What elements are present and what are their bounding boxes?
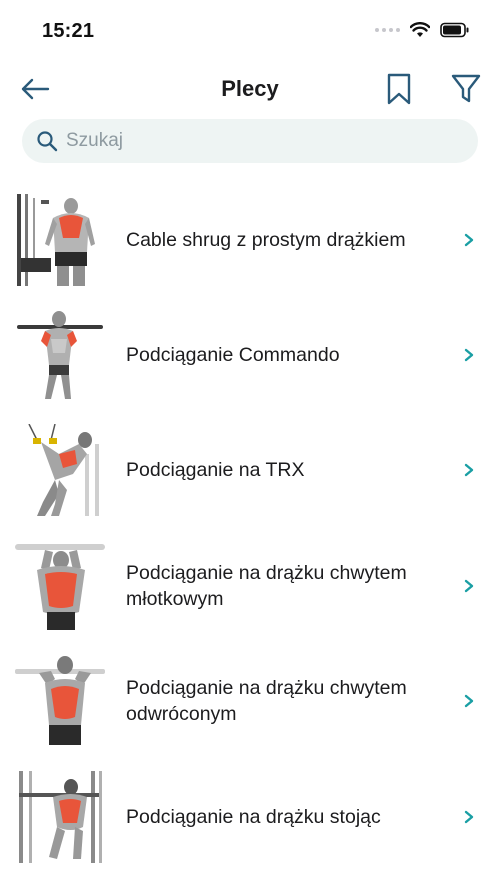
exercise-name: Podciąganie na drążku chwytem młotkowym (126, 561, 407, 610)
chevron-right-icon (464, 579, 474, 593)
battery-icon (440, 22, 469, 38)
status-bar: 15:21 (0, 0, 500, 64)
chevron-right-icon (464, 695, 474, 708)
bookmark-icon (387, 73, 411, 105)
exercise-thumbnail (15, 656, 105, 746)
exercise-item[interactable]: Podciąganie na drążku stojąc (0, 759, 500, 874)
chevron-right-icon (464, 810, 474, 823)
exercise-name: Podciąganie na drążku chwytem odwróconym (126, 677, 407, 726)
chevron-right-icon (464, 233, 474, 246)
exercise-name: Cable shrug z prostym drążkiem (126, 228, 406, 251)
page-title: Plecy (221, 76, 279, 101)
exercise-name: Podciąganie na drążku stojąc (126, 805, 381, 828)
exercise-thumbnail (19, 770, 102, 863)
exercise-item[interactable]: Podciąganie Commando (0, 297, 500, 412)
filter-button[interactable] (450, 72, 482, 106)
exercise-list: Cable shrug z prostym drążkiem Podciągan… (0, 182, 500, 874)
signal-icon (375, 28, 400, 32)
exercise-thumbnail (17, 193, 95, 286)
chevron-right-icon (464, 348, 474, 362)
chevron-right-icon (464, 464, 474, 477)
exercise-item[interactable]: Cable shrug z prostym drążkiem (0, 182, 500, 297)
wifi-icon (410, 22, 430, 37)
status-icons (375, 22, 470, 38)
exercise-thumbnail (15, 543, 105, 630)
exercise-name: Podciąganie Commando (126, 344, 340, 367)
nav-bar: Plecy (0, 64, 500, 116)
search-bar[interactable] (22, 119, 478, 163)
filter-icon (451, 74, 481, 103)
exercise-name: Podciąganie na TRX (126, 459, 305, 482)
exercise-item[interactable]: Podciąganie na TRX (0, 413, 500, 528)
exercise-item[interactable]: Podciąganie na drążku chwytem odwróconym (0, 644, 500, 759)
search-icon (37, 131, 58, 152)
exercise-item[interactable]: Podciąganie na drążku chwytem młotkowym (0, 528, 500, 643)
status-time: 15:21 (42, 20, 95, 42)
exercise-thumbnail (17, 311, 103, 400)
exercise-thumbnail (28, 424, 99, 517)
bookmark-button[interactable] (384, 72, 414, 106)
search-input[interactable] (66, 130, 446, 152)
